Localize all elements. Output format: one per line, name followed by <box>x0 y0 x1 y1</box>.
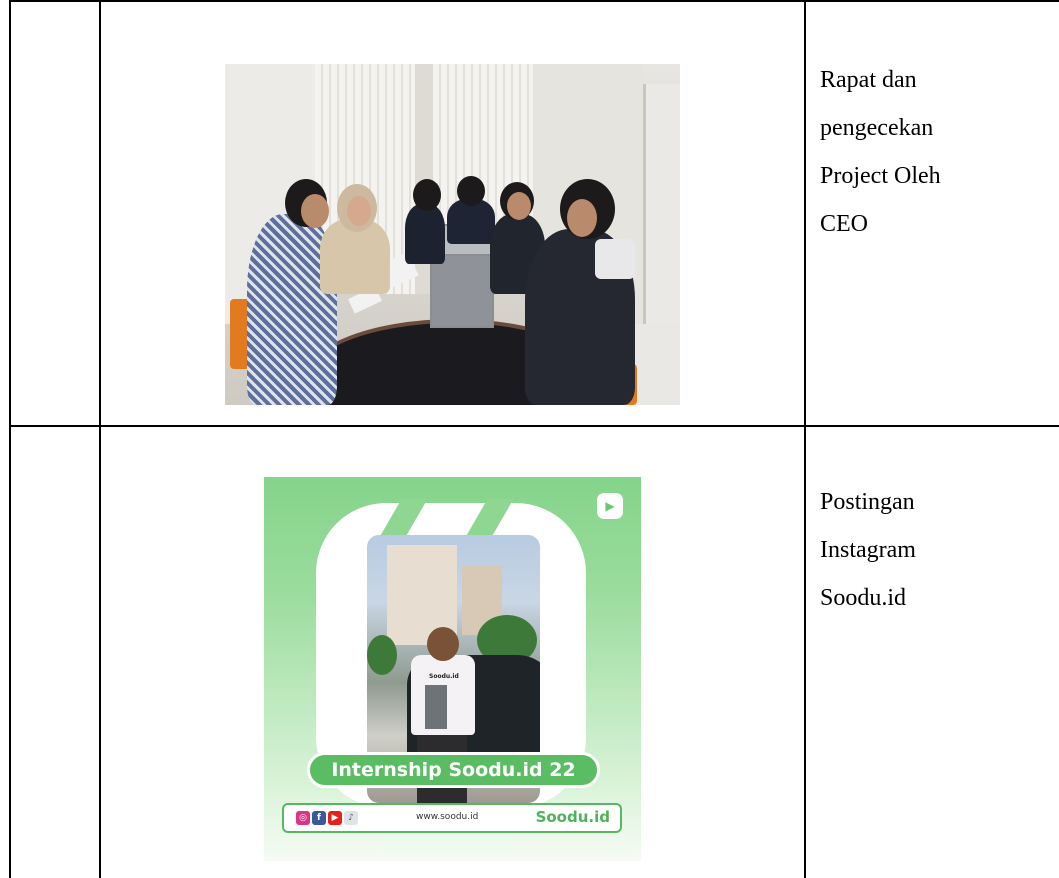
table-row-divider <box>9 425 1059 427</box>
reels-icon: ▶ <box>597 493 623 519</box>
caption-meeting: Rapat dan pengecekan Project Oleh CEO <box>820 56 1050 248</box>
youtube-icon: ▶ <box>328 811 342 825</box>
caption-line: Rapat dan <box>820 67 917 93</box>
website-url: www.soodu.id <box>416 812 479 822</box>
social-icons: ◎ f ▶ ♪ <box>296 811 358 825</box>
table-border-left <box>9 0 11 878</box>
caption-line: Soodu.id <box>820 585 907 611</box>
post-banner: Internship Soodu.id 22 <box>307 752 600 788</box>
meeting-photo <box>225 64 680 405</box>
brand-logo: Soodu.id <box>535 808 610 826</box>
facebook-icon: f <box>312 811 326 825</box>
instagram-icon: ◎ <box>296 811 310 825</box>
post-footer: ◎ f ▶ ♪ www.soodu.id Soodu.id <box>282 803 622 833</box>
caption-line: pengecekan <box>820 115 934 141</box>
caption-line: CEO <box>820 211 868 237</box>
table-divider-1 <box>99 0 101 878</box>
caption-line: Project Oleh <box>820 163 941 189</box>
caption-line: Instagram <box>820 537 916 563</box>
shirt-logo-text: Soodu.id <box>429 673 459 680</box>
tiktok-icon: ♪ <box>344 811 358 825</box>
table-divider-2 <box>804 0 806 878</box>
caption-line: Postingan <box>820 489 915 515</box>
table-border-top <box>9 0 1059 2</box>
instagram-post-image: ▶ Soodu.id Internship Soodu.id 22 ◎ f ▶ … <box>264 477 641 861</box>
caption-instagram: Postingan Instagram Soodu.id <box>820 478 1050 622</box>
